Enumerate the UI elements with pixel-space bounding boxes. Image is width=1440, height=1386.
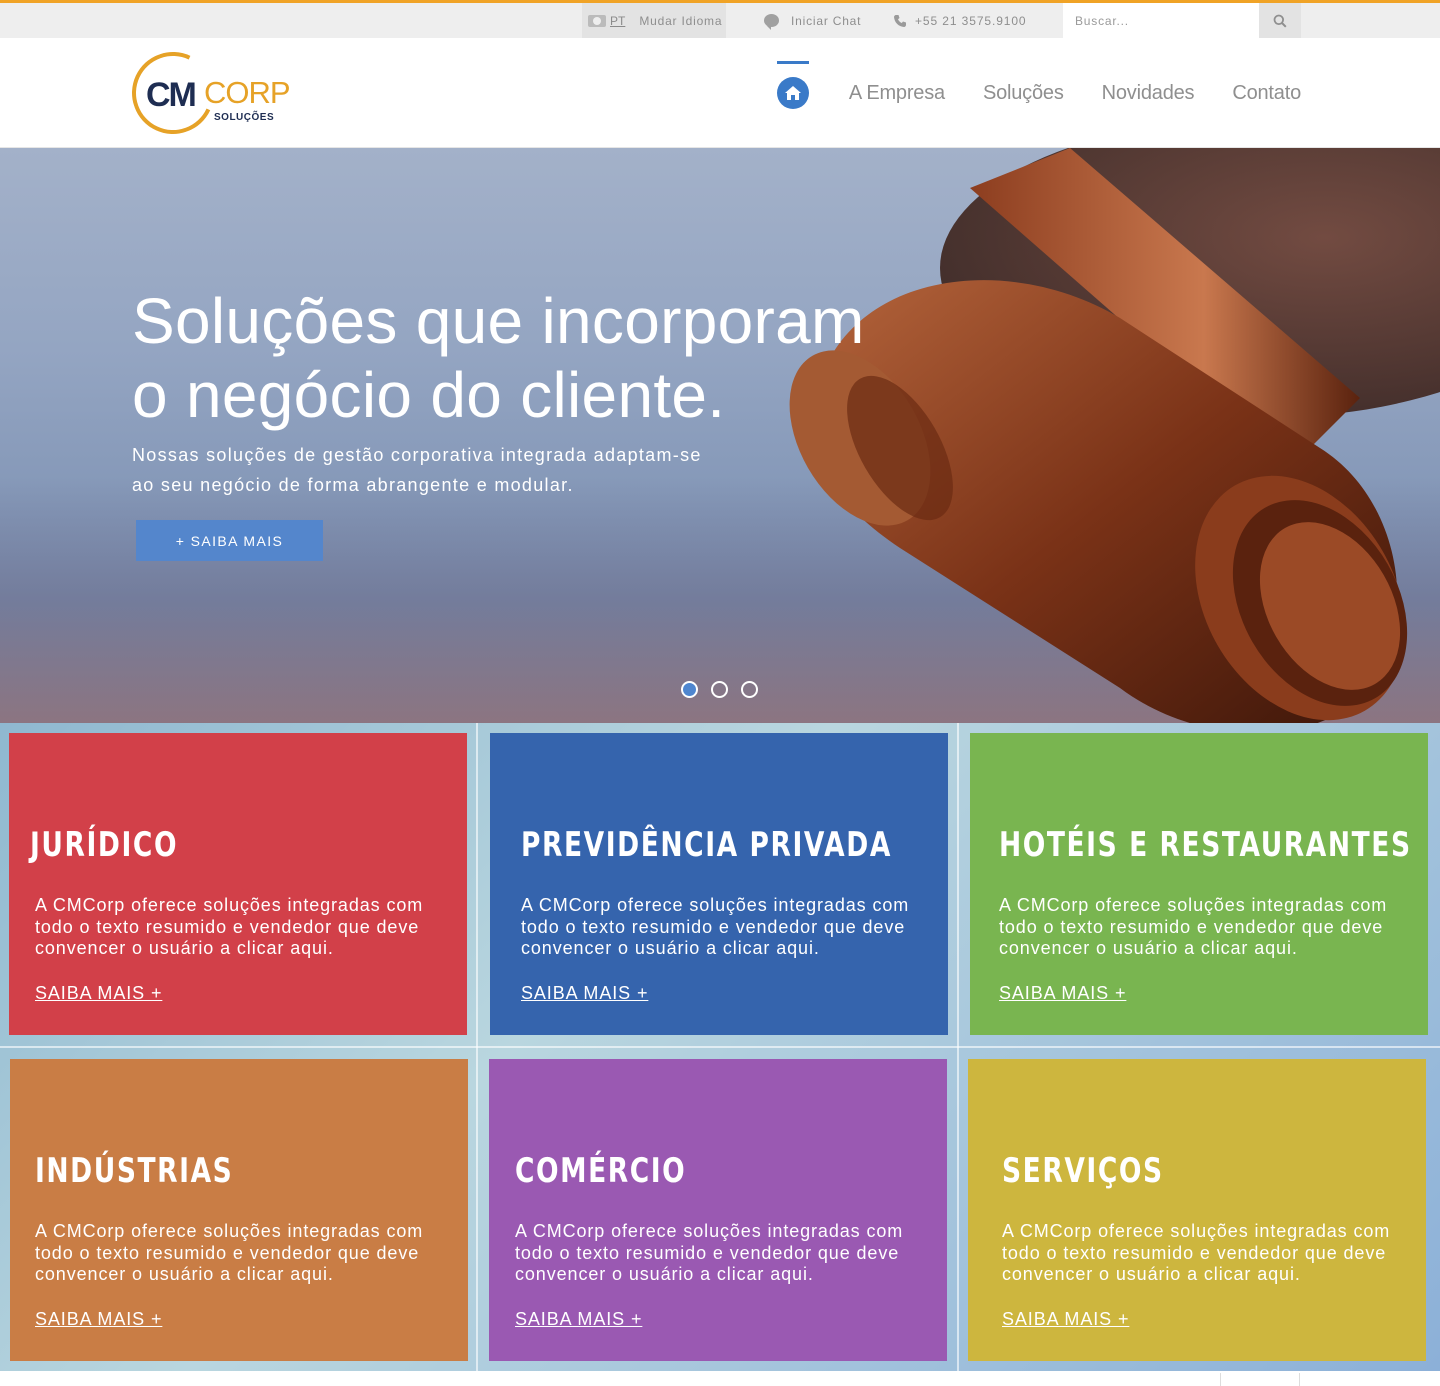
site-header: CM CORP SOLUÇÕES A Empresa Soluções Novi…: [0, 38, 1440, 169]
nav-item-solucoes[interactable]: Soluções: [983, 82, 1064, 105]
solution-card-link[interactable]: SAIBA MAIS +: [35, 1309, 162, 1330]
hero-title: Soluções que incorporam o negócio do cli…: [132, 284, 892, 432]
solution-card-text: A CMCorp oferece soluções integradas com…: [999, 895, 1388, 958]
solution-card-text: A CMCorp oferece soluções integradas com…: [35, 1221, 424, 1284]
search-icon: [1273, 14, 1287, 28]
home-icon: [784, 86, 801, 100]
solution-card-link[interactable]: SAIBA MAIS +: [35, 983, 162, 1004]
solutions-grid: Jurídico A CMCorp oferece soluções integ…: [0, 723, 1440, 1371]
search-button[interactable]: [1259, 3, 1301, 38]
solution-card-text: A CMCorp oferece soluções integradas com…: [515, 1221, 904, 1284]
phone-contact[interactable]: +55 21 3575.9100: [893, 3, 1027, 38]
chat-bubble-icon: [764, 14, 779, 30]
solution-card-text: A CMCorp oferece soluções integradas com…: [35, 895, 424, 958]
logo-cm-text: CM: [146, 76, 197, 114]
hero-description-line-2: ao seu negócio de forma abrangente e mod…: [132, 475, 574, 495]
nav-item-novidades[interactable]: Novidades: [1102, 82, 1195, 105]
solution-card-previdencia-privada[interactable]: Previdência Privada A CMCorp oferece sol…: [490, 733, 948, 1035]
slider-dot-2[interactable]: [711, 681, 728, 698]
search-box: [1063, 3, 1301, 38]
logo-subtitle: SOLUÇÕES: [214, 112, 275, 123]
grid-divider: [0, 1046, 1440, 1048]
hero-description-line-1: Nossas soluções de gestão corporativa in…: [132, 445, 702, 465]
slider-dot-3[interactable]: [741, 681, 758, 698]
phone-icon: [893, 14, 907, 28]
start-chat-label: Iniciar Chat: [791, 13, 862, 28]
solution-card-link[interactable]: SAIBA MAIS +: [999, 983, 1126, 1004]
solution-card-title: Serviços: [1002, 1151, 1164, 1191]
solution-card-link[interactable]: SAIBA MAIS +: [515, 1309, 642, 1330]
nav-home-button[interactable]: [776, 61, 809, 169]
gavel-illustration: [789, 148, 1440, 723]
solution-card-title: Jurídico: [30, 825, 179, 865]
solution-card-text: A CMCorp oferece soluções integradas com…: [1002, 1221, 1391, 1284]
solution-card-hoteis-restaurantes[interactable]: Hotéis e Restaurantes A CMCorp oferece s…: [970, 733, 1428, 1035]
solution-card-servicos[interactable]: Serviços A CMCorp oferece soluções integ…: [968, 1059, 1426, 1361]
nav-active-bar: [776, 61, 809, 64]
solution-card-juridico[interactable]: Jurídico A CMCorp oferece soluções integ…: [9, 733, 467, 1035]
solution-card-title: Hotéis e Restaurantes: [999, 825, 1412, 865]
phone-number: +55 21 3575.9100: [915, 13, 1027, 28]
cmcorp-logo[interactable]: CM CORP SOLUÇÕES: [120, 40, 292, 146]
solution-card-link[interactable]: SAIBA MAIS +: [1002, 1309, 1129, 1330]
hero-slider: Soluções que incorporam o negócio do cli…: [0, 148, 1440, 723]
hero-description: Nossas soluções de gestão corporativa in…: [132, 440, 752, 500]
nav-item-a-empresa[interactable]: A Empresa: [849, 82, 945, 105]
slider-dot-1[interactable]: [681, 681, 698, 698]
slider-pagination: [681, 681, 771, 698]
hero-saiba-mais-button[interactable]: + SAIBA MAIS: [136, 520, 323, 561]
main-nav: A Empresa Soluções Novidades Contato: [776, 38, 1301, 169]
change-language-link[interactable]: Mudar Idioma: [639, 14, 722, 28]
language-switcher[interactable]: PT Mudar Idioma: [582, 3, 726, 38]
search-input[interactable]: [1063, 3, 1261, 38]
solution-card-title: Comércio: [515, 1151, 687, 1191]
top-utility-bar: PT Mudar Idioma Iniciar Chat +55 21 3575…: [0, 0, 1440, 38]
solution-card-comercio[interactable]: Comércio A CMCorp oferece soluções integ…: [489, 1059, 947, 1361]
hero-title-line-1: Soluções que incorporam: [132, 285, 865, 357]
solution-card-industrias[interactable]: Indústrias A CMCorp oferece soluções int…: [10, 1059, 468, 1361]
solution-card-title: Previdência Privada: [521, 825, 892, 865]
brazil-flag-icon: [588, 14, 606, 27]
nav-item-contato[interactable]: Contato: [1232, 82, 1301, 105]
language-code[interactable]: PT: [610, 14, 625, 28]
solution-card-text: A CMCorp oferece soluções integradas com…: [521, 895, 910, 958]
footer-divider: [1220, 1373, 1300, 1386]
solution-card-title: Indústrias: [35, 1151, 234, 1191]
solution-card-link[interactable]: SAIBA MAIS +: [521, 983, 648, 1004]
hero-title-line-2: o negócio do cliente.: [132, 359, 726, 431]
start-chat-link[interactable]: Iniciar Chat: [764, 3, 861, 38]
logo-corp-text: CORP: [204, 75, 291, 110]
